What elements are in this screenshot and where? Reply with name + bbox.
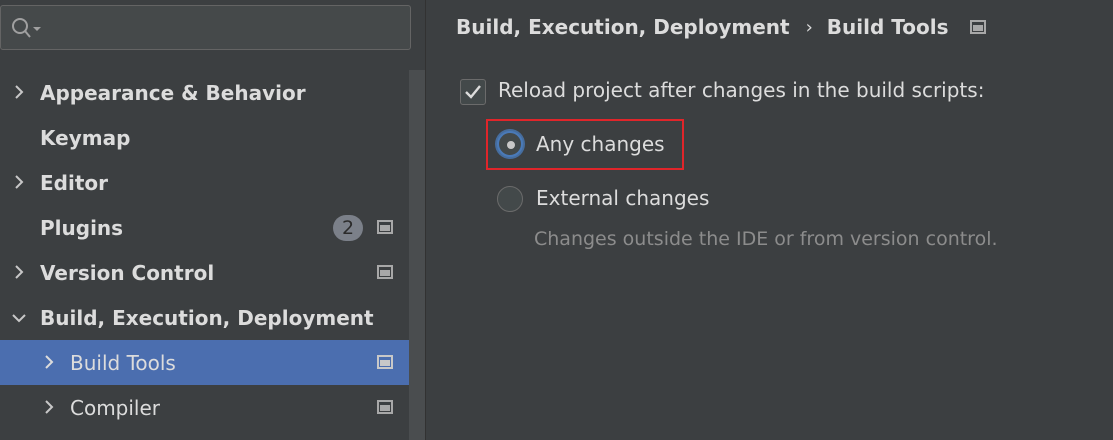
project-settings-icon	[377, 400, 393, 414]
sidebar-item-label: Compiler	[70, 395, 161, 420]
checkmark-icon	[465, 85, 481, 99]
chevron-right-icon[interactable]	[42, 400, 56, 414]
any-changes-label[interactable]: Any changes	[536, 132, 665, 156]
sidebar-item-label: Build Tools	[70, 350, 176, 375]
sidebar-scrollbar[interactable]	[409, 70, 425, 440]
chevron-right-icon[interactable]	[42, 355, 56, 369]
sidebar-item-plugins[interactable]: Plugins 2	[0, 205, 425, 250]
chevron-down-icon[interactable]	[12, 311, 26, 325]
sidebar-item-build-tools[interactable]: Build Tools	[0, 340, 425, 385]
sidebar-item-compiler[interactable]: Compiler	[0, 385, 425, 430]
sidebar-item-version-control[interactable]: Version Control	[0, 250, 425, 295]
search-icon[interactable]	[11, 16, 43, 40]
breadcrumb-current: Build Tools	[826, 15, 949, 39]
sidebar-item-label: Keymap	[40, 125, 131, 150]
search-box[interactable]	[0, 5, 411, 50]
external-changes-label[interactable]: External changes	[536, 186, 709, 210]
settings-content-panel: Build, Execution, Deployment › Build Too…	[426, 0, 1113, 440]
sidebar-item-label: Appearance & Behavior	[40, 80, 306, 105]
sidebar-item-build-execution-deployment[interactable]: Build, Execution, Deployment	[0, 295, 425, 340]
sidebar-item-label: Plugins	[40, 215, 124, 240]
chevron-right-icon[interactable]	[12, 175, 26, 189]
project-settings-icon	[970, 20, 987, 34]
breadcrumb-separator: ›	[805, 16, 813, 38]
project-settings-icon	[377, 220, 393, 234]
radio-selected-dot	[507, 141, 515, 149]
sidebar-item-label: Version Control	[40, 260, 215, 285]
chevron-right-icon[interactable]	[12, 265, 26, 279]
sidebar-item-keymap[interactable]: Keymap	[0, 115, 425, 160]
external-changes-radio[interactable]	[497, 186, 523, 212]
reload-project-label[interactable]: Reload project after changes in the buil…	[498, 78, 984, 102]
any-changes-radio[interactable]	[497, 131, 523, 157]
sidebar-item-label: Editor	[40, 170, 108, 195]
sidebar-item-appearance-behavior[interactable]: Appearance & Behavior	[0, 70, 425, 115]
sidebar-item-editor[interactable]: Editor	[0, 160, 425, 205]
chevron-right-icon[interactable]	[12, 85, 26, 99]
update-count-badge: 2	[333, 215, 363, 241]
sidebar-item-label: Build, Execution, Deployment	[40, 305, 374, 330]
external-changes-hint: Changes outside the IDE or from version …	[534, 228, 998, 250]
search-input[interactable]	[47, 12, 402, 44]
project-settings-icon	[377, 265, 393, 279]
settings-sidebar: Appearance & Behavior Keymap Editor Plug…	[0, 0, 425, 440]
reload-project-checkbox[interactable]	[460, 79, 486, 105]
breadcrumb-parent[interactable]: Build, Execution, Deployment	[456, 15, 790, 39]
breadcrumb: Build, Execution, Deployment › Build Too…	[456, 12, 987, 42]
project-settings-icon	[377, 355, 393, 369]
settings-tree: Appearance & Behavior Keymap Editor Plug…	[0, 70, 425, 430]
